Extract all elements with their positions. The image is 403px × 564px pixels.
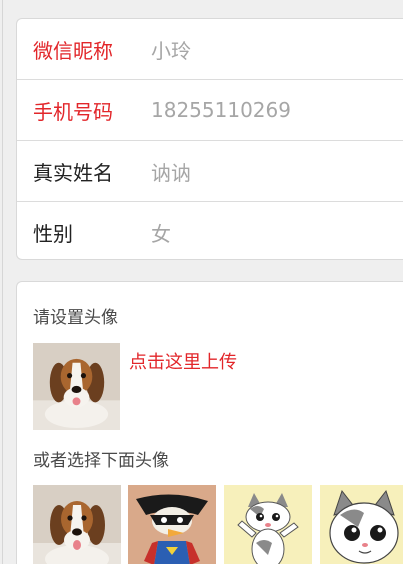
avatar-settings-card: 请设置头像 点击这里上传 或者选择下面头像: [16, 281, 403, 564]
gender-label: 性别: [33, 222, 73, 246]
real-name-label: 真实姓名: [33, 160, 113, 185]
beagle-puppy-icon: [33, 485, 121, 564]
real-name-value[interactable]: 讷讷: [151, 157, 191, 186]
cartoon-bird-icon: [128, 485, 216, 564]
profile-info-card: 微信昵称 小玲 手机号码 18255110269 真实姓名 讷讷 性别 女: [16, 18, 403, 260]
cartoon-kitten-face-icon: [320, 485, 403, 564]
cartoon-kitten-icon: [224, 485, 312, 564]
profile-page: 微信昵称 小玲 手机号码 18255110269 真实姓名 讷讷 性别 女 请设…: [0, 0, 403, 564]
nickname-value[interactable]: 小玲: [151, 35, 191, 64]
field-row-real-name[interactable]: 真实姓名 讷讷: [17, 141, 403, 202]
avatar-option-superhero-bird[interactable]: [128, 485, 216, 564]
field-row-nickname[interactable]: 微信昵称 小玲: [17, 19, 403, 80]
avatar-option-puppy[interactable]: [33, 485, 121, 564]
phone-label: 手机号码: [33, 99, 113, 124]
field-row-gender[interactable]: 性别 女: [17, 202, 403, 263]
set-avatar-title: 请设置头像: [33, 308, 118, 328]
upload-avatar-link[interactable]: 点击这里上传: [129, 348, 237, 374]
gender-value[interactable]: 女: [151, 218, 171, 247]
beagle-puppy-icon: [33, 343, 120, 430]
phone-value[interactable]: 18255110269: [151, 98, 291, 122]
nickname-label: 微信昵称: [33, 38, 113, 63]
avatar-option-kitten[interactable]: [224, 485, 312, 564]
avatar-option-kitten-face[interactable]: [320, 485, 403, 564]
choose-avatar-title: 或者选择下面头像: [33, 451, 169, 471]
current-avatar-image[interactable]: [33, 343, 120, 430]
field-row-phone[interactable]: 手机号码 18255110269: [17, 80, 403, 141]
